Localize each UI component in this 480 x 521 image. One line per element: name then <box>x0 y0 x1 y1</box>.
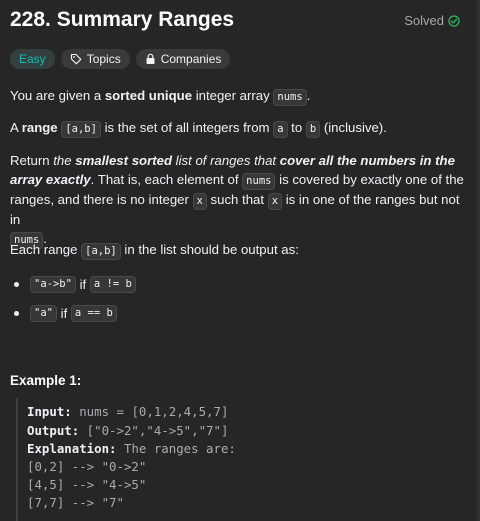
title-row: 228. Summary Ranges Solved <box>10 6 466 36</box>
inline-code: a == b <box>70 305 117 322</box>
paragraph-4: Each range [a,b] in the list should be o… <box>10 240 299 260</box>
difficulty-badge: Easy <box>10 49 55 69</box>
example-block: Input: nums = [0,1,2,4,5,7] Output: ["0-… <box>16 398 458 521</box>
list-item: "a->b" if a != b <box>10 276 136 293</box>
inline-code: x <box>267 193 283 210</box>
example-input: Input: nums = [0,1,2,4,5,7] <box>27 404 229 419</box>
lock-icon <box>145 53 156 65</box>
inline-code: nums <box>273 89 307 106</box>
inline-code: a <box>273 121 288 138</box>
example-explanation: Explanation: The ranges are: <box>27 441 236 456</box>
inline-code: nums <box>242 173 276 190</box>
inline-code: "a" <box>30 305 57 322</box>
example-range-line: [4,5] --> "4->5" <box>27 477 147 492</box>
solved-status: Solved <box>404 13 460 28</box>
paragraph-1: You are given a sorted unique integer ar… <box>10 86 310 106</box>
list-item: "a" if a == b <box>10 305 117 322</box>
inline-code: x <box>192 193 207 210</box>
bullet-dot <box>14 282 19 287</box>
inline-code: a != b <box>89 276 136 293</box>
example-heading: Example 1: <box>10 373 82 388</box>
bullet-dot <box>14 311 19 316</box>
example-range-line: [0,2] --> "0->2" <box>27 459 147 474</box>
solved-label: Solved <box>404 13 444 28</box>
check-circle-icon <box>448 14 460 27</box>
inline-code: b <box>305 121 321 138</box>
companies-label: Companies <box>160 52 222 66</box>
paragraph-2: A range [a,b] is the set of all integers… <box>10 118 387 138</box>
topics-label: Topics <box>86 52 121 66</box>
inline-code: "a->b" <box>30 276 76 293</box>
inline-code: [a,b] <box>61 121 101 138</box>
paragraph-3: Return the smallest sorted list of range… <box>10 151 466 249</box>
topics-button[interactable]: Topics <box>60 49 130 69</box>
inline-code: [a,b] <box>81 243 121 260</box>
example-output: Output: ["0->2","4->5","7"] <box>27 423 229 438</box>
tag-row: Easy Topics Companies <box>10 49 231 69</box>
example-range-line: [7,7] --> "7" <box>27 495 124 510</box>
tag-icon <box>70 53 82 65</box>
companies-button[interactable]: Companies <box>135 49 231 69</box>
problem-title[interactable]: 228. Summary Ranges <box>10 8 234 32</box>
